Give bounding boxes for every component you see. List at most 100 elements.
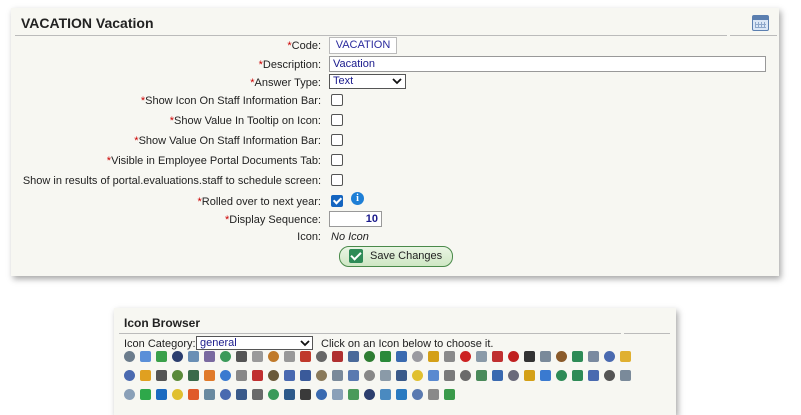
icon-choice[interactable]	[492, 351, 503, 362]
icon-choice[interactable]	[204, 351, 215, 362]
icon-choice[interactable]	[252, 389, 263, 400]
info-icon[interactable]: i	[351, 192, 364, 205]
show-value-tooltip-checkbox[interactable]	[331, 114, 343, 126]
show-icon-bar-checkbox[interactable]	[331, 94, 343, 106]
icon-choice[interactable]	[204, 389, 215, 400]
icon-choice[interactable]	[364, 351, 375, 362]
icon-choice[interactable]	[300, 351, 311, 362]
icon-choice[interactable]	[524, 351, 535, 362]
icon-choice[interactable]	[316, 351, 327, 362]
icon-choice[interactable]	[316, 370, 327, 381]
icon-choice[interactable]	[460, 351, 471, 362]
icon-choice[interactable]	[364, 389, 375, 400]
show-value-bar-checkbox[interactable]	[331, 134, 343, 146]
icon-choice[interactable]	[396, 370, 407, 381]
icon-choice[interactable]	[380, 370, 391, 381]
icon-choice[interactable]	[444, 351, 455, 362]
icon-choice[interactable]	[460, 370, 471, 381]
icon-choice[interactable]	[172, 389, 183, 400]
icon-choice[interactable]	[316, 389, 327, 400]
icon-choice[interactable]	[572, 351, 583, 362]
icon-choice[interactable]	[604, 370, 615, 381]
icon-choice[interactable]	[124, 370, 135, 381]
icon-choice[interactable]	[172, 351, 183, 362]
rolled-over-checkbox[interactable]	[331, 195, 343, 207]
icon-choice[interactable]	[348, 389, 359, 400]
icon-choice[interactable]	[444, 370, 455, 381]
icon-choice[interactable]	[396, 389, 407, 400]
icon-choice[interactable]	[412, 370, 423, 381]
icon-choice[interactable]	[620, 351, 631, 362]
icon-choice[interactable]	[588, 351, 599, 362]
icon-choice[interactable]	[428, 389, 439, 400]
icon-choice[interactable]	[188, 351, 199, 362]
calendar-icon[interactable]	[752, 15, 769, 31]
icon-choice[interactable]	[556, 351, 567, 362]
icon-choice[interactable]	[236, 389, 247, 400]
icon-choice[interactable]	[604, 351, 615, 362]
icon-choice[interactable]	[476, 370, 487, 381]
icon-choice[interactable]	[156, 389, 167, 400]
icon-choice[interactable]	[268, 351, 279, 362]
icon-choice[interactable]	[588, 370, 599, 381]
icon-choice[interactable]	[220, 370, 231, 381]
icon-choice[interactable]	[172, 370, 183, 381]
icon-choice[interactable]	[508, 351, 519, 362]
icon-choice[interactable]	[492, 370, 503, 381]
icon-choice[interactable]	[268, 370, 279, 381]
icon-choice[interactable]	[476, 351, 487, 362]
icon-choice[interactable]	[220, 351, 231, 362]
icon-choice[interactable]	[572, 370, 583, 381]
show-in-results-checkbox[interactable]	[331, 174, 343, 186]
icon-choice[interactable]	[124, 389, 135, 400]
icon-choice[interactable]	[156, 370, 167, 381]
icon-choice[interactable]	[252, 370, 263, 381]
icon-choice[interactable]	[508, 370, 519, 381]
icon-choice[interactable]	[140, 389, 151, 400]
icon-choice[interactable]	[540, 370, 551, 381]
icon-choice[interactable]	[188, 389, 199, 400]
icon-choice[interactable]	[140, 370, 151, 381]
icon-choice[interactable]	[252, 351, 263, 362]
icon-choice[interactable]	[156, 351, 167, 362]
icon-choice[interactable]	[444, 389, 455, 400]
icon-choice[interactable]	[620, 370, 631, 381]
icon-choice[interactable]	[332, 389, 343, 400]
save-button[interactable]: Save Changes	[339, 246, 453, 267]
display-sequence-input[interactable]: 10	[329, 211, 382, 227]
icon-choice[interactable]	[188, 370, 199, 381]
icon-choice[interactable]	[236, 370, 247, 381]
icon-choice[interactable]	[220, 389, 231, 400]
icon-choice[interactable]	[380, 389, 391, 400]
icon-choice[interactable]	[332, 370, 343, 381]
icon-choice[interactable]	[236, 351, 247, 362]
icon-choice[interactable]	[332, 351, 343, 362]
icon-choice[interactable]	[124, 351, 135, 362]
save-button-label: Save Changes	[370, 250, 443, 262]
icon-category-select[interactable]: general	[196, 336, 313, 350]
icon-choice[interactable]	[348, 370, 359, 381]
icon-choice[interactable]	[204, 370, 215, 381]
icon-choice[interactable]	[348, 351, 359, 362]
icon-choice[interactable]	[380, 351, 391, 362]
icon-choice[interactable]	[284, 389, 295, 400]
icon-choice[interactable]	[540, 351, 551, 362]
icon-choice[interactable]	[300, 389, 311, 400]
code-value[interactable]: VACATION	[329, 37, 397, 54]
icon-choice[interactable]	[300, 370, 311, 381]
icon-choice[interactable]	[524, 370, 535, 381]
icon-choice[interactable]	[412, 389, 423, 400]
icon-choice[interactable]	[556, 370, 567, 381]
icon-choice[interactable]	[284, 370, 295, 381]
icon-choice[interactable]	[412, 351, 423, 362]
icon-choice[interactable]	[268, 389, 279, 400]
icon-choice[interactable]	[364, 370, 375, 381]
answer-type-select[interactable]: Text	[329, 74, 406, 89]
icon-choice[interactable]	[428, 351, 439, 362]
icon-choice[interactable]	[428, 370, 439, 381]
visible-portal-checkbox[interactable]	[331, 154, 343, 166]
icon-choice[interactable]	[396, 351, 407, 362]
description-input[interactable]: Vacation	[329, 56, 766, 72]
icon-choice[interactable]	[140, 351, 151, 362]
icon-choice[interactable]	[284, 351, 295, 362]
